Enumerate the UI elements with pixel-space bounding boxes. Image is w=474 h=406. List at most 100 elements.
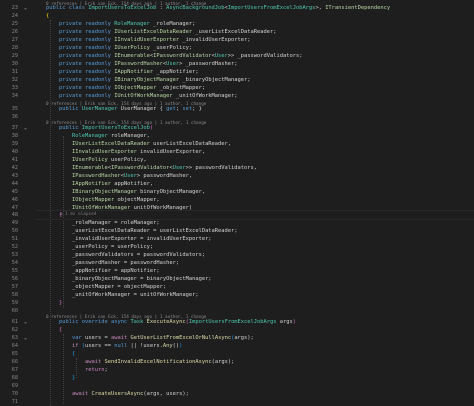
code-token: private [59, 61, 82, 67]
code-line[interactable]: return; [85, 366, 108, 374]
code-line[interactable]: private readonly IUserListExcelDataReade… [59, 28, 276, 36]
code-token: _passwordValidators = passwordValidators… [72, 252, 206, 258]
code-token: ExecuteAsync [146, 319, 186, 325]
code-token: (args); [211, 359, 235, 365]
code-token: ); [247, 335, 254, 341]
line-number: 69 [11, 383, 18, 389]
code-line[interactable]: _unitOfWorkManager = unitOfWorkManager; [72, 291, 199, 299]
code-token: ImportUsersFromExcelJobArgs [188, 319, 277, 325]
code-token: _invalidUserExporter = invalidUserExport… [72, 236, 212, 242]
code-line[interactable]: IBinaryObjectManager binaryObjectManager… [72, 188, 205, 196]
code-token: override [81, 319, 108, 325]
code-token: ; } [192, 106, 202, 112]
line-number: 25 [11, 21, 18, 27]
fold-chevron-icon[interactable]: ⌄ [24, 126, 29, 131]
code-line[interactable]: IEnumerable<IPasswordValidator<User>> pa… [72, 164, 257, 172]
code-line[interactable]: if (users == null || !users.Any()) [72, 342, 182, 350]
code-line[interactable]: private readonly IEnumerable<IPasswordVa… [59, 52, 302, 60]
code-line[interactable]: private readonly IUnitOfWorkManager _uni… [59, 92, 238, 100]
code-line[interactable]: IAppNotifier appNotifier, [72, 180, 153, 188]
code-line[interactable]: { [46, 12, 49, 20]
code-token: ImportUsersToExcelJob [81, 125, 150, 131]
code-line[interactable]: private readonly IObjectMapper _objectMa… [59, 84, 205, 92]
code-line[interactable]: await CreateUsersAsync(args, users); [72, 390, 189, 398]
code-token: IInvalidUserExporter [72, 149, 137, 155]
code-token: IAppNotifier [72, 181, 111, 187]
line-number: 28 [11, 45, 18, 51]
code-token: invalidUserExporter, [136, 149, 206, 155]
fold-chevron-icon[interactable]: ⌄ [24, 6, 29, 11]
line-number: 67 [11, 367, 18, 373]
code-token: IPasswordValidator [110, 165, 170, 171]
line-number: 51 [11, 236, 18, 242]
code-line[interactable]: private readonly IAppNotifier _appNotifi… [59, 68, 199, 76]
indent-guide [63, 334, 64, 404]
code-token: IEnumerable [114, 53, 150, 59]
code-line[interactable]: IPasswordHasher<User> passwordHasher, [72, 172, 192, 180]
code-token: UserManager [81, 106, 118, 112]
code-line[interactable]: _passwordHasher = passwordHasher; [72, 259, 179, 267]
code-token: || !users. [127, 343, 163, 349]
code-line[interactable]: IUserPolicy userPolicy, [72, 156, 147, 164]
code-token: IPasswordHasher [72, 173, 121, 179]
code-token: IObjectMapper [72, 197, 115, 203]
code-token: (args, users); [143, 391, 189, 397]
line-number: 29 [11, 53, 18, 59]
code-line[interactable]: _binaryObjectManager = binaryObjectManag… [72, 275, 212, 283]
code-line[interactable]: private readonly IPasswordHasher<User> _… [59, 60, 238, 68]
code-line[interactable]: { [72, 350, 75, 358]
code-token: users == [85, 343, 115, 349]
code-token: ; [104, 367, 108, 373]
code-token: GetUserListFromExcelOrNullAsync [130, 335, 232, 341]
code-token: args [234, 335, 248, 341]
code-line[interactable]: IUserListExcelDataReader userListExcelDa… [72, 140, 231, 148]
indent-guide [76, 358, 77, 378]
line-number: 55 [11, 268, 18, 274]
code-line[interactable]: RoleManager roleManager, [72, 132, 150, 140]
code-line[interactable]: _userListExcelDataReader = userListExcel… [72, 227, 238, 235]
line-number: 56 [11, 276, 18, 282]
code-line[interactable]: } [72, 374, 75, 382]
code-token: binaryObjectManager, [136, 189, 206, 195]
code-line[interactable]: IInvalidUserExporter invalidUserExporter… [72, 148, 205, 156]
code-line[interactable]: _roleManager = roleManager; [72, 219, 160, 227]
code-token: _passwordHasher = passwordHasher; [72, 260, 180, 266]
code-line[interactable]: var users = await GetUserListFromExcelOr… [72, 334, 254, 342]
code-line[interactable]: _invalidUserExporter = invalidUserExport… [72, 235, 212, 243]
code-line[interactable]: public ImportUsersToExcelJob( [59, 124, 153, 132]
code-token: roleManager, [107, 133, 150, 139]
code-line[interactable]: public UserManager UserManager { get; se… [59, 105, 202, 113]
code-line[interactable]: _passwordValidators = passwordValidators… [72, 251, 205, 259]
fold-chevron-icon[interactable]: ⌄ [24, 320, 29, 325]
code-token: readonly [84, 37, 111, 43]
code-token: private [59, 37, 82, 43]
code-token: private [59, 69, 82, 75]
code-line[interactable]: } [59, 299, 62, 307]
line-number: 43 [11, 173, 18, 179]
code-token: readonly [84, 61, 111, 67]
code-line[interactable]: public override async Task ExecuteAsync(… [59, 318, 296, 326]
code-token: { [46, 13, 50, 19]
line-number: 27 [11, 37, 18, 43]
code-editor[interactable]: 23 24 25 26 27 28 29 30 31 32 33 34 35 36 37 38 39 40 41 42… [0, 0, 474, 406]
code-line[interactable]: private readonly RoleManager _roleManage… [59, 20, 195, 28]
code-token: _objectMapper = objectMapper; [72, 284, 167, 290]
code-line[interactable]: _objectMapper = objectMapper; [72, 283, 166, 291]
code-line[interactable]: private readonly IUserPolicy _userPolicy… [59, 44, 192, 52]
line-number: 45 [11, 189, 18, 195]
code-line[interactable]: IObjectMapper objectMapper, [72, 196, 160, 204]
code-line[interactable]: private readonly IInvalidUserExporter _i… [59, 36, 251, 44]
code-line[interactable]: _appNotifier = appNotifier; [72, 267, 160, 275]
code-line[interactable]: public class ImportUsersToExcelJob : Asy… [46, 4, 390, 12]
code-line[interactable]: { [59, 326, 62, 334]
code-token: readonly [84, 29, 111, 35]
code-line[interactable]: await SendInvalidExcelNotificationAsync(… [85, 358, 234, 366]
code-token: set [182, 106, 193, 112]
code-token: await [72, 391, 89, 397]
code-line[interactable]: private readonly IBinaryObjectManager _b… [59, 76, 251, 84]
code-token: _userListExcelDataReader = userListExcel… [72, 228, 238, 234]
line-number: 59 [11, 300, 18, 306]
line-number: 40 [11, 149, 18, 155]
fold-chevron-icon[interactable]: ⌄ [24, 336, 29, 341]
code-line[interactable]: _userPolicy = userPolicy; [72, 243, 153, 251]
